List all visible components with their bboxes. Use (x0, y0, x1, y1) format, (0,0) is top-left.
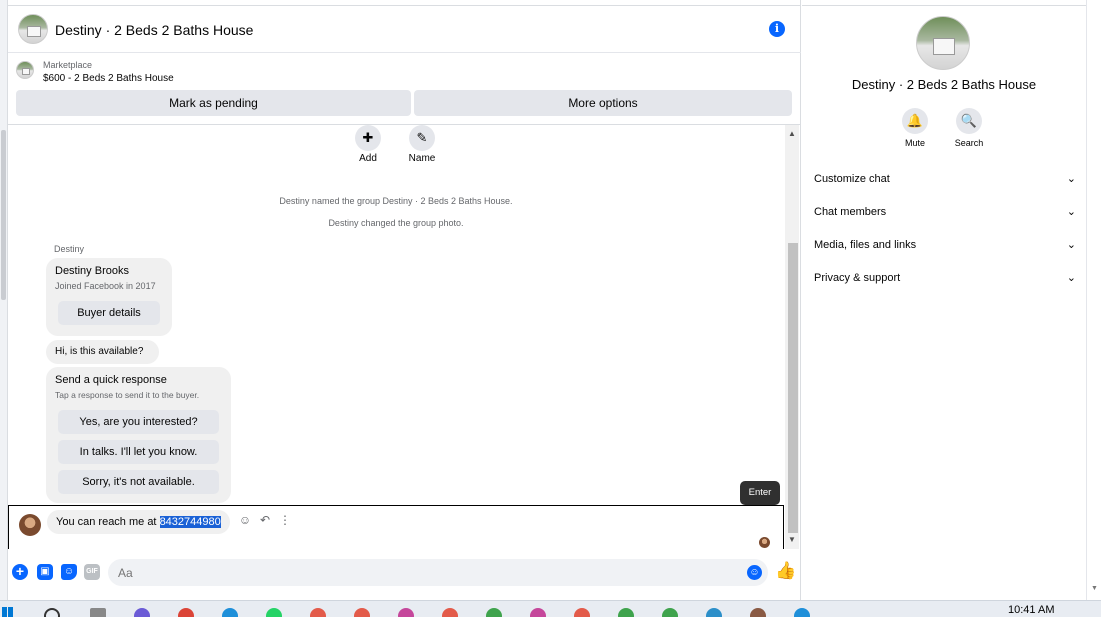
quick-response-title: Send a quick response (55, 374, 167, 386)
group-avatar-large[interactable] (916, 16, 970, 70)
chrome-profile-icon[interactable] (794, 608, 810, 617)
bell-icon[interactable]: 🔔 (902, 108, 928, 134)
quick-response-option[interactable]: In talks. I'll let you know. (58, 440, 219, 464)
scroll-up-icon[interactable]: ▲ (788, 129, 796, 138)
photo-icon[interactable]: ▣ (37, 564, 53, 580)
incoming-message: Hi, is this available? (46, 340, 159, 364)
mute-label: Mute (904, 138, 925, 148)
my-avatar (19, 514, 41, 536)
scroll-down-icon[interactable]: ▼ (788, 535, 796, 544)
name-label: Name (408, 153, 436, 164)
chevron-down-icon: ⌄ (1066, 239, 1076, 251)
listing-source: Marketplace (43, 60, 93, 70)
more-options-button[interactable]: More options (414, 90, 792, 116)
chevron-down-icon: ⌄ (1066, 206, 1076, 218)
selected-phone-number[interactable]: 8432744980 (159, 516, 221, 528)
section-label: Customize chat (814, 173, 890, 185)
add-person-icon[interactable]: ✚ (355, 125, 381, 151)
search-label: Search (954, 138, 984, 148)
sender-name: Destiny (54, 244, 85, 254)
react-icon[interactable]: ☺ (235, 513, 255, 527)
chrome-profile-icon[interactable] (706, 608, 722, 617)
search-icon[interactable]: 🔍 (956, 108, 982, 134)
chrome-profile-icon[interactable] (750, 608, 766, 617)
task-view-icon[interactable] (90, 608, 106, 617)
thumbs-up-icon[interactable]: 👍 (775, 561, 796, 581)
chrome-profile-icon[interactable] (354, 608, 370, 617)
chrome-profile-icon[interactable] (486, 608, 502, 617)
message-tools: ☺ ↶ ⋮ (235, 513, 295, 527)
quick-response-option[interactable]: Yes, are you interested? (58, 410, 219, 434)
chrome-profile-icon[interactable] (618, 608, 634, 617)
quick-response-subtitle: Tap a response to send it to the buyer. (55, 390, 200, 400)
more-vertical-icon[interactable]: ⋮ (275, 513, 295, 527)
chevron-down-icon: ⌄ (1066, 272, 1076, 284)
system-message: Destiny changed the group photo. (328, 218, 464, 228)
pencil-icon[interactable]: ✎ (409, 125, 435, 151)
page: Destiny · 2 Beds 2 Baths House i Marketp… (0, 0, 1101, 617)
quick-response-card: Send a quick response Tap a response to … (46, 367, 231, 503)
chrome-profile-icon[interactable] (574, 608, 590, 617)
message-list[interactable]: ✚ Add ✎ Name Destiny named the group Des… (8, 125, 784, 549)
my-message[interactable]: You can reach me at 8432744980 (47, 510, 230, 534)
listing-thumbnail (16, 61, 34, 79)
section-customize-chat[interactable]: Customize chat ⌄ (814, 168, 1076, 190)
section-label: Media, files and links (814, 239, 917, 251)
section-media-files-links[interactable]: Media, files and links ⌄ (814, 234, 1076, 256)
reply-icon[interactable]: ↶ (255, 513, 275, 527)
buyer-name: Destiny Brooks (55, 265, 129, 277)
add-label: Add (359, 153, 377, 164)
chat-header: Destiny · 2 Beds 2 Baths House i (8, 5, 801, 53)
section-chat-members[interactable]: Chat members ⌄ (814, 201, 1076, 223)
seen-avatar (759, 537, 770, 548)
chat-app-icon[interactable] (134, 608, 150, 617)
gif-icon[interactable]: GIF (84, 564, 100, 580)
section-privacy-support[interactable]: Privacy & support ⌄ (814, 267, 1076, 289)
left-scroll-thumb[interactable] (1, 130, 6, 300)
chrome-icon[interactable] (178, 608, 194, 617)
chrome-profile-icon[interactable] (530, 608, 546, 617)
whatsapp-icon[interactable] (266, 608, 282, 617)
section-label: Chat members (814, 206, 887, 218)
left-edge-scrollbar[interactable] (0, 0, 8, 600)
search-icon[interactable] (44, 608, 60, 617)
plus-icon[interactable]: + (12, 564, 28, 580)
emoji-icon[interactable]: ☺ (747, 565, 762, 580)
my-message-text: You can reach me at (56, 516, 160, 528)
chevron-down-icon: ⌄ (1066, 173, 1076, 185)
message-input[interactable] (108, 559, 768, 586)
my-message-row[interactable]: You can reach me at 8432744980 ☺ ↶ ⋮ (8, 505, 784, 549)
sticker-icon[interactable]: ☺ (61, 564, 77, 580)
info-icon[interactable]: i (769, 21, 785, 37)
buyer-details-button[interactable]: Buyer details (58, 301, 160, 325)
taskbar-clock[interactable]: 10:41 AM (1008, 604, 1054, 616)
message-scrollbar[interactable]: ▲ ▼ (785, 125, 799, 549)
windows-start-icon[interactable] (2, 607, 13, 617)
mark-as-pending-button[interactable]: Mark as pending (16, 90, 411, 116)
chat-panel: Destiny · 2 Beds 2 Baths House i Marketp… (8, 0, 801, 600)
page-scroll-down-icon[interactable]: ▼ (1091, 585, 1098, 592)
chrome-profile-icon[interactable] (310, 608, 326, 617)
buyer-joined: Joined Facebook in 2017 (55, 281, 156, 291)
chrome-profile-icon[interactable] (442, 608, 458, 617)
conversation-info-panel: Destiny · 2 Beds 2 Baths House 🔔 Mute 🔍 … (802, 5, 1086, 600)
page-scrollbar[interactable]: ▼ (1086, 0, 1101, 600)
composer: + ▣ ☺ GIF ☺ 👍 (8, 557, 801, 589)
quick-response-option[interactable]: Sorry, it's not available. (58, 470, 219, 494)
chrome-profile-icon[interactable] (662, 608, 678, 617)
chrome-profile-icon[interactable] (398, 608, 414, 617)
group-avatar[interactable] (18, 14, 48, 44)
listing-price-title: $600 - 2 Beds 2 Baths House (43, 73, 174, 84)
info-title: Destiny · 2 Beds 2 Baths House (851, 77, 1037, 92)
message-scroll-thumb[interactable] (788, 243, 798, 533)
edge-icon[interactable] (222, 608, 238, 617)
chat-title[interactable]: Destiny · 2 Beds 2 Baths House (55, 22, 253, 38)
enter-tooltip: Enter (740, 481, 780, 505)
marketplace-listing[interactable]: Marketplace $600 - 2 Beds 2 Baths House (8, 54, 801, 90)
buyer-profile-card: Destiny Brooks Joined Facebook in 2017 B… (46, 258, 172, 336)
taskbar: 10:41 AM (0, 600, 1101, 617)
system-message: Destiny named the group Destiny · 2 Beds… (279, 196, 513, 206)
section-label: Privacy & support (814, 272, 901, 284)
